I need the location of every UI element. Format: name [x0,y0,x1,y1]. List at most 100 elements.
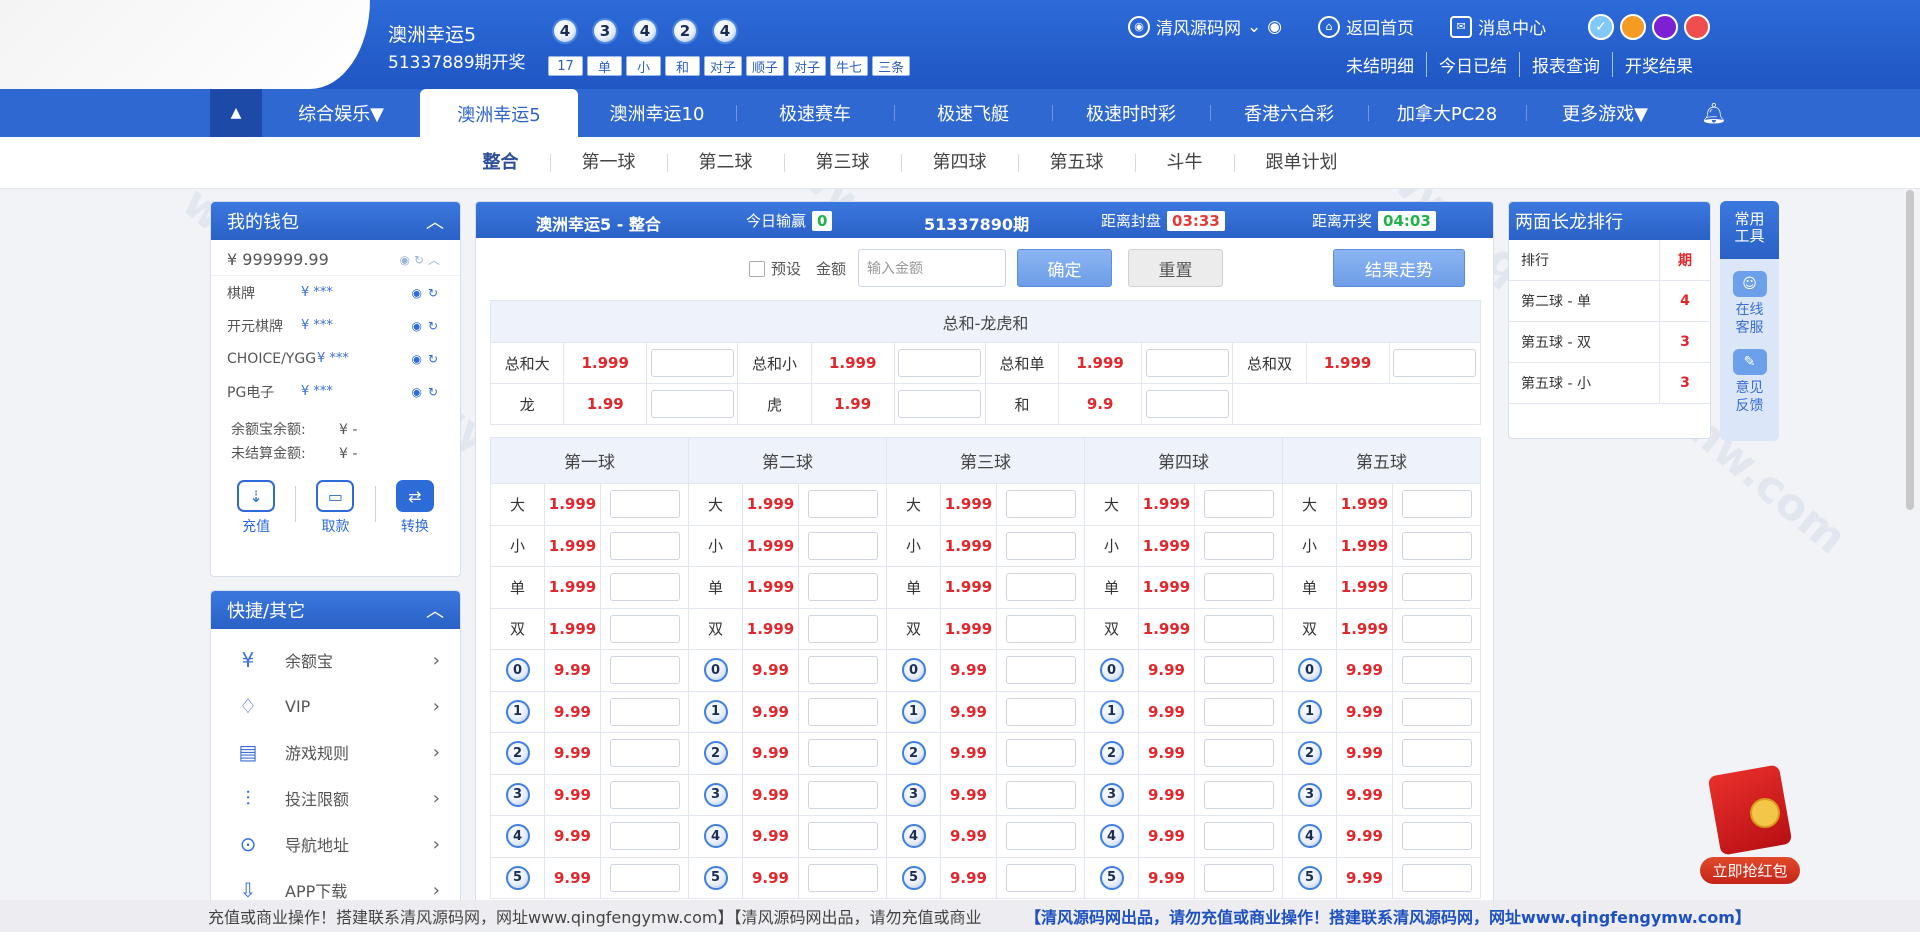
bet-amount-input[interactable] [609,863,680,892]
unsettled-link[interactable]: 未结明细 [1334,52,1426,77]
theme-swatch[interactable] [1652,14,1678,40]
bet-amount-input[interactable] [807,656,878,685]
theme-swatch[interactable] [1620,14,1646,40]
bet-amount-input[interactable] [1203,531,1274,560]
chevron-up-icon[interactable]: ︿ [426,597,444,623]
chevron-up-icon[interactable]: ︿ [426,208,444,234]
online-service-button[interactable]: ☺ 在线客服 [1720,259,1779,337]
feedback-button[interactable]: ✎ 意见反馈 [1720,337,1779,415]
bet-amount-input[interactable] [807,490,878,519]
nav-tab-entertainment[interactable]: 综合娱乐▼ [262,89,420,137]
quick-item-limits[interactable]: ⫶ 投注限额 › [211,775,460,821]
bet-amount-input[interactable] [1203,739,1274,768]
theme-swatch[interactable]: ✓ [1588,14,1614,40]
bet-amount-input[interactable] [1401,863,1472,892]
subtab-ball-3[interactable]: 第三球 [783,153,901,172]
nav-tab-canada-pc28[interactable]: 加拿大PC28 [1368,89,1526,137]
bet-amount-input[interactable] [1393,349,1477,377]
bet-amount-input[interactable] [1401,490,1472,519]
eye-refresh-icon[interactable]: ◉↻ [411,319,444,333]
transfer-button[interactable]: ⇄ 转换 [395,480,434,536]
bet-amount-input[interactable] [650,390,734,418]
quick-item-nav-address[interactable]: ⊙ 导航地址 › [211,821,460,867]
account-menu[interactable]: ◉ 清风源码网 ⌄ ◉ [1128,14,1282,39]
bet-amount-input[interactable] [1401,573,1472,602]
bet-amount-input[interactable] [609,656,680,685]
wallet-tools-icon[interactable]: ◉↻︿ [399,251,444,268]
theme-swatch[interactable] [1684,14,1710,40]
bet-amount-input[interactable] [1203,780,1274,809]
page-scrollbar[interactable] [1906,190,1914,510]
bet-amount-input[interactable] [1005,656,1076,685]
bet-amount-input[interactable] [1005,697,1076,726]
bet-amount-input[interactable] [1401,531,1472,560]
reset-button[interactable]: 重置 [1128,249,1223,287]
bet-amount-input[interactable] [807,573,878,602]
bet-amount-input[interactable] [609,739,680,768]
bet-amount-input[interactable] [807,739,878,768]
red-packet-widget[interactable]: 立即抢红包 [1700,764,1800,885]
bet-amount-input[interactable] [609,490,680,519]
bet-amount-input[interactable] [1005,822,1076,851]
report-link[interactable]: 报表查询 [1519,52,1612,77]
messages-link[interactable]: ✉ 消息中心 [1450,14,1546,39]
quick-item-yuebao[interactable]: ¥ 余额宝 › [211,637,460,683]
bet-amount-input[interactable] [1203,863,1274,892]
quick-item-rules[interactable]: ▤ 游戏规则 › [211,729,460,775]
bet-amount-input[interactable] [807,531,878,560]
eye-refresh-icon[interactable]: ◉↻ [411,385,444,399]
collapse-up-icon[interactable]: ▲ [210,89,262,137]
eye-icon[interactable]: ◉ [1267,17,1282,37]
bet-amount-input[interactable] [1203,490,1274,519]
amount-input[interactable]: 输入金额 [858,249,1006,287]
subtab-follow-plan[interactable]: 跟单计划 [1233,153,1369,172]
bet-amount-input[interactable] [1005,573,1076,602]
home-link[interactable]: ⌂ 返回首页 [1318,14,1414,39]
bet-amount-input[interactable] [898,390,982,418]
bet-amount-input[interactable] [609,780,680,809]
subtab-ball-5[interactable]: 第五球 [1017,153,1135,172]
bet-amount-input[interactable] [1145,349,1229,377]
deposit-button[interactable]: ⇣ 充值 [237,480,276,536]
bet-amount-input[interactable] [609,614,680,643]
bet-amount-input[interactable] [1401,697,1472,726]
bet-amount-input[interactable] [1401,739,1472,768]
bet-amount-input[interactable] [1203,573,1274,602]
subtab-ball-1[interactable]: 第一球 [549,153,667,172]
confirm-button[interactable]: 确定 [1017,249,1112,287]
nav-tab-au5[interactable]: 澳洲幸运5 [420,89,578,139]
bet-amount-input[interactable] [1401,780,1472,809]
bet-amount-input[interactable] [1005,780,1076,809]
bell-icon[interactable]: 🔔︎ [1684,89,1744,137]
bet-amount-input[interactable] [1401,656,1472,685]
grab-red-packet-button[interactable]: 立即抢红包 [1700,857,1800,884]
nav-tab-au10[interactable]: 澳洲幸运10 [578,89,736,137]
bet-amount-input[interactable] [1005,739,1076,768]
quick-item-vip[interactable]: ♢ VIP › [211,683,460,729]
nav-tab-speed-racing[interactable]: 极速赛车 [736,89,894,137]
results-link[interactable]: 开奖结果 [1612,52,1705,77]
bet-amount-input[interactable] [1203,697,1274,726]
trend-button[interactable]: 结果走势 [1333,249,1465,287]
subtab-ball-4[interactable]: 第四球 [900,153,1018,172]
bet-amount-input[interactable] [650,349,734,377]
nav-tab-speed-boat[interactable]: 极速飞艇 [894,89,1052,137]
bet-amount-input[interactable] [807,780,878,809]
bet-amount-input[interactable] [807,822,878,851]
bet-amount-input[interactable] [609,822,680,851]
bet-amount-input[interactable] [1203,656,1274,685]
bet-amount-input[interactable] [1401,614,1472,643]
withdraw-button[interactable]: ▭ 取款 [316,480,355,536]
bet-amount-input[interactable] [807,863,878,892]
bet-amount-input[interactable] [609,697,680,726]
bet-amount-input[interactable] [1005,531,1076,560]
bet-amount-input[interactable] [1005,614,1076,643]
subtab-ball-2[interactable]: 第二球 [666,153,784,172]
today-settled-link[interactable]: 今日已结 [1426,52,1519,77]
nav-tab-more[interactable]: 更多游戏▼ [1526,89,1684,137]
bet-amount-input[interactable] [1145,390,1229,418]
bet-amount-input[interactable] [807,697,878,726]
eye-refresh-icon[interactable]: ◉↻ [411,352,444,366]
bet-amount-input[interactable] [1203,822,1274,851]
eye-refresh-icon[interactable]: ◉↻ [411,286,444,300]
